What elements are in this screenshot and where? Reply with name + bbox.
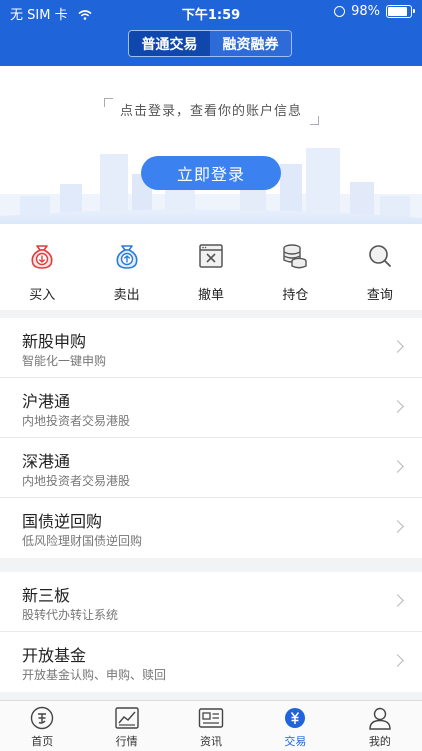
service-list-more: 新三板 股转代办转让系统 开放基金 开放基金认购、申购、赎回 — [0, 572, 422, 692]
quick-actions: 买入 卖出 撤单 持仓 查询 — [0, 224, 422, 310]
service-title: 新股申购 — [22, 332, 87, 351]
tab-profile-label: 我的 — [368, 735, 391, 748]
bottom-tab-bar: 首页 行情 资讯 交易 我的 — [0, 700, 422, 751]
battery-percent: 98% — [351, 4, 380, 19]
service-subtitle: 低风险理财国债逆回购 — [22, 534, 143, 548]
service-ipo-subscribe[interactable]: 新股申购 智能化一键申购 — [0, 318, 422, 378]
tab-market-label: 行情 — [115, 735, 138, 748]
tab-news[interactable]: 资讯 — [169, 701, 253, 751]
service-title: 深港通 — [22, 452, 71, 471]
tab-home[interactable]: 首页 — [0, 701, 84, 751]
service-shenzhen-hk-connect[interactable]: 深港通 内地投资者交易港股 — [0, 438, 422, 498]
service-subtitle: 开放基金认购、申购、赎回 — [22, 668, 167, 682]
service-shanghai-hk-connect[interactable]: 沪港通 内地投资者交易港股 — [0, 378, 422, 438]
action-cancel-order-label: 撤单 — [198, 288, 225, 303]
chevron-right-icon — [391, 594, 404, 607]
tab-trade[interactable]: 交易 — [253, 701, 337, 751]
rotation-lock-icon — [334, 6, 346, 17]
chevron-right-icon — [391, 520, 404, 533]
coins-stack-icon — [283, 244, 308, 269]
tab-trade-label: 交易 — [284, 735, 307, 748]
service-subtitle: 内地投资者交易港股 — [22, 474, 131, 488]
trade-yuan-icon — [285, 708, 306, 728]
service-subtitle: 股转代办转让系统 — [22, 608, 119, 622]
frame-corner-bottom-right — [310, 116, 319, 125]
buy-bag-icon — [31, 245, 53, 269]
sell-bag-icon — [116, 245, 138, 269]
login-banner: 点击登录，查看你的账户信息 立即登录 — [0, 66, 422, 224]
service-title: 国债逆回购 — [22, 512, 103, 531]
tab-home-label: 首页 — [31, 735, 54, 748]
service-subtitle: 内地投资者交易港股 — [22, 414, 131, 428]
service-title: 开放基金 — [22, 646, 87, 665]
tab-profile[interactable]: 我的 — [338, 701, 422, 751]
login-button[interactable]: 立即登录 — [141, 156, 281, 190]
service-list-main: 新股申购 智能化一键申购 沪港通 内地投资者交易港股 深港通 内地投资者交易港股… — [0, 318, 422, 558]
tab-market[interactable]: 行情 — [84, 701, 168, 751]
search-icon — [369, 245, 391, 267]
login-tip: 点击登录，查看你的账户信息 — [119, 104, 302, 119]
market-chart-icon — [114, 707, 139, 729]
top-header: 无 SIM 卡 下午1:59 98% 普通交易 融资融券 — [0, 0, 422, 66]
home-icon — [31, 706, 54, 730]
service-title: 新三板 — [22, 586, 71, 605]
action-sell[interactable]: 卖出 — [84, 224, 168, 310]
chevron-right-icon — [391, 400, 404, 413]
battery-icon — [386, 5, 415, 18]
status-bar: 无 SIM 卡 下午1:59 98% — [0, 0, 422, 24]
service-title: 沪港通 — [22, 392, 71, 411]
chevron-right-icon — [391, 340, 404, 353]
tab-normal-trade[interactable]: 普通交易 — [129, 31, 210, 56]
service-neeq[interactable]: 新三板 股转代办转让系统 — [0, 572, 422, 632]
service-subtitle: 智能化一键申购 — [22, 354, 107, 368]
action-query[interactable]: 查询 — [338, 224, 422, 310]
action-buy-label: 买入 — [29, 288, 56, 303]
action-positions-label: 持仓 — [282, 288, 309, 303]
chevron-right-icon — [391, 654, 404, 667]
action-cancel-order[interactable]: 撤单 — [169, 224, 253, 310]
news-icon — [198, 708, 224, 728]
service-open-fund[interactable]: 开放基金 开放基金认购、申购、赎回 — [0, 632, 422, 692]
action-query-label: 查询 — [366, 288, 393, 303]
chevron-right-icon — [391, 460, 404, 473]
status-right: 98% — [334, 4, 415, 19]
tab-margin-trade[interactable]: 融资融券 — [210, 31, 291, 56]
cancel-order-icon — [199, 244, 223, 268]
action-positions[interactable]: 持仓 — [253, 224, 337, 310]
action-buy[interactable]: 买入 — [0, 224, 84, 310]
service-bond-reverse-repo[interactable]: 国债逆回购 低风险理财国债逆回购 — [0, 498, 422, 558]
profile-icon — [369, 707, 391, 730]
action-sell-label: 卖出 — [113, 288, 140, 303]
tab-news-label: 资讯 — [200, 735, 223, 748]
trade-mode-segment: 普通交易 融资融券 — [128, 30, 292, 57]
